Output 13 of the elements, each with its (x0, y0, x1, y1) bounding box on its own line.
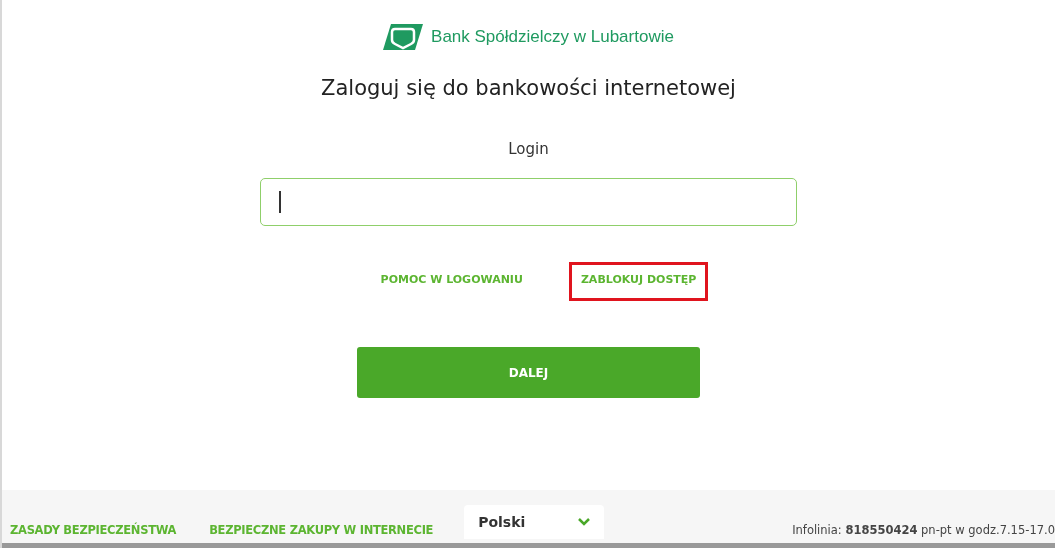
chevron-down-icon (578, 518, 591, 526)
footer-link[interactable]: BEZPIECZNE ZAKUPY W INTERNECIE (209, 523, 434, 537)
login-field[interactable] (260, 178, 797, 226)
help-link[interactable]: ZABLOKUJ DOSTĘP (568, 262, 709, 301)
help-link[interactable]: POMOC W LOGOWANIU (368, 262, 535, 301)
footer-link[interactable]: ZASADY BEZPIECZEŃSTWA (10, 523, 177, 537)
hotline-text: Infolinia: 818550424 pn-pt w godz.7.15-17.0 (792, 523, 1055, 537)
next-button[interactable]: DALEJ (357, 347, 700, 398)
login-label: Login (508, 140, 549, 158)
page-title: Zaloguj się do bankowości internetowej (321, 76, 736, 100)
bank-logo-icon (383, 24, 424, 50)
language-select[interactable]: Polski (464, 505, 605, 539)
bank-name: Bank Spółdzielczy w Lubartowie (431, 27, 674, 47)
